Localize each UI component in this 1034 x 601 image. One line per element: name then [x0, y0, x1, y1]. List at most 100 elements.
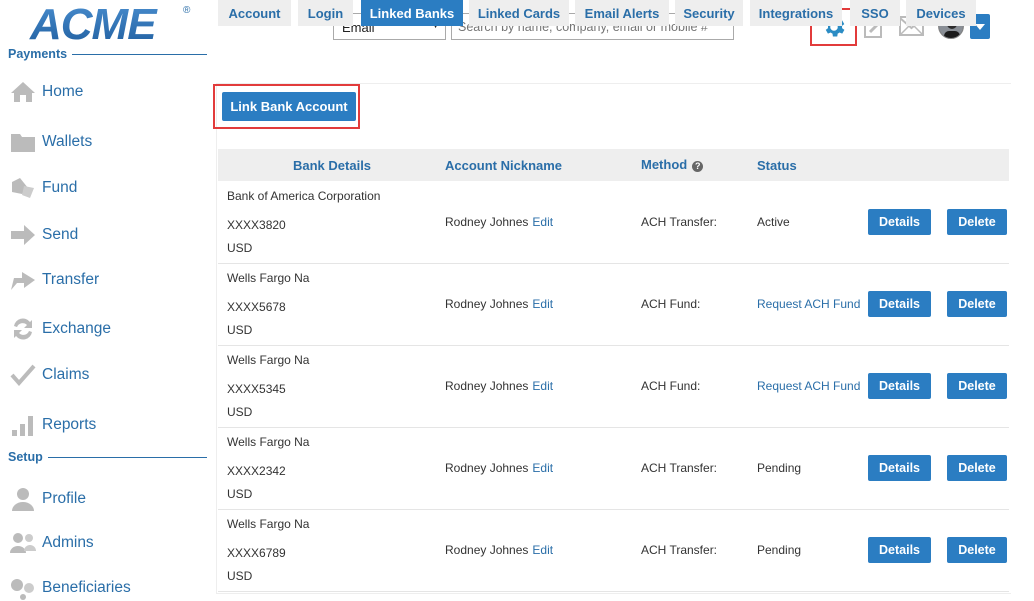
table-row: Wells Fargo Na XXXX5345 USD Rodney Johne… [218, 346, 1009, 428]
edit-link[interactable]: Edit [532, 543, 553, 557]
checkmark-icon [8, 361, 38, 389]
sidebar-item-label: Admins [42, 534, 94, 551]
account-number: XXXX2342 [227, 464, 286, 478]
sidebar-item-admins[interactable]: Admins [8, 528, 198, 558]
details-button[interactable]: Details [868, 455, 931, 481]
sidebar-item-label: Profile [42, 490, 86, 507]
header-bank-details: Bank Details [293, 158, 372, 173]
details-button[interactable]: Details [868, 537, 931, 563]
account-nickname: Rodney Johnes Edit [445, 297, 554, 311]
users-icon [8, 529, 38, 557]
sidebar-item-send[interactable]: Send [8, 220, 198, 250]
account-nickname: Rodney Johnes Edit [445, 215, 554, 229]
sidebar-item-reports[interactable]: Reports [8, 410, 198, 440]
bank-name: Wells Fargo Na [227, 435, 310, 449]
header-method: Method? [641, 157, 704, 172]
method: ACH Fund: [641, 297, 701, 311]
tab-linked-banks[interactable]: Linked Banks [361, 0, 463, 26]
setup-section-title: Setup [8, 450, 207, 464]
status: Pending [757, 461, 802, 475]
sidebar-item-claims[interactable]: Claims [8, 360, 198, 390]
table-row: Wells Fargo Na XXXX2342 USD Rodney Johne… [218, 428, 1009, 510]
edit-link[interactable]: Edit [532, 215, 553, 229]
payments-section-title: Payments [8, 47, 207, 61]
arrow-right-icon [8, 221, 38, 249]
account-number: XXXX5678 [227, 300, 286, 314]
sidebar-item-label: Exchange [42, 320, 111, 337]
table-header: Bank Details Account Nickname Method? St… [218, 149, 1009, 181]
method: ACH Transfer: [641, 461, 718, 475]
bank-name: Wells Fargo Na [227, 271, 310, 285]
sidebar-item-transfer[interactable]: Transfer [8, 265, 198, 295]
details-button[interactable]: Details [868, 291, 931, 317]
delete-button[interactable]: Delete [947, 291, 1007, 317]
registered-mark: ® [183, 5, 191, 16]
delete-button[interactable]: Delete [947, 537, 1007, 563]
sidebar-item-label: Transfer [42, 271, 100, 288]
header-account-nickname: Account Nickname [445, 158, 563, 173]
currency: USD [227, 323, 253, 337]
edit-link[interactable]: Edit [532, 297, 553, 311]
table-row: Wells Fargo Na XXXX5678 USD Rodney Johne… [218, 264, 1009, 346]
tab-login[interactable]: Login [298, 0, 353, 26]
account-nickname: Rodney Johnes Edit [445, 379, 554, 393]
bank-name: Bank of America Corporation [227, 189, 381, 203]
request-ach-fund-link[interactable]: Request ACH Fund [757, 297, 860, 311]
currency: USD [227, 405, 253, 419]
delete-button[interactable]: Delete [947, 373, 1007, 399]
account-nickname: Rodney Johnes Edit [445, 543, 554, 557]
currency: USD [227, 487, 253, 501]
sidebar-item-label: Home [42, 83, 84, 100]
table-row: Bank of America Corporation XXXX3820 USD… [218, 182, 1009, 264]
method: ACH Transfer: [641, 215, 718, 229]
account-nickname: Rodney Johnes Edit [445, 461, 554, 475]
user-icon [8, 485, 38, 513]
edit-link[interactable]: Edit [532, 461, 553, 475]
help-icon[interactable]: ? [692, 160, 704, 172]
tab-email-alerts[interactable]: Email Alerts [575, 0, 669, 26]
sidebar-item-home[interactable]: Home [8, 77, 198, 107]
details-button[interactable]: Details [868, 373, 931, 399]
delete-button[interactable]: Delete [947, 455, 1007, 481]
request-ach-fund-link[interactable]: Request ACH Fund [757, 379, 860, 393]
tab-sso[interactable]: SSO [850, 0, 900, 26]
currency: USD [227, 569, 253, 583]
sidebar-item-exchange[interactable]: Exchange [8, 314, 198, 344]
sidebar-item-label: Send [42, 226, 79, 243]
details-button[interactable]: Details [868, 209, 931, 235]
status: Pending [757, 543, 802, 557]
account-number: XXXX6789 [227, 546, 286, 560]
exchange-icon [8, 315, 38, 343]
tab-security[interactable]: Security [675, 0, 743, 26]
sidebar-item-label: Fund [42, 179, 78, 196]
sidebar-item-label: Wallets [42, 133, 93, 150]
folder-icon [8, 128, 38, 156]
account-number: XXXX3820 [227, 218, 286, 232]
sidebar-item-profile[interactable]: Profile [8, 484, 198, 514]
table-row: Wells Fargo Na XXXX6789 USD Rodney Johne… [218, 510, 1009, 592]
edit-link[interactable]: Edit [532, 379, 553, 393]
sidebar-item-beneficiaries[interactable]: Beneficiaries [8, 573, 198, 601]
method: ACH Fund: [641, 379, 701, 393]
sidebar-item-label: Beneficiaries [42, 579, 131, 596]
tab-devices[interactable]: Devices [906, 0, 976, 26]
sidebar-item-label: Reports [42, 416, 97, 433]
sidebar-item-fund[interactable]: Fund [8, 173, 198, 203]
acme-logo[interactable]: ACME ® [28, 3, 193, 43]
tab-linked-cards[interactable]: Linked Cards [469, 0, 569, 26]
transfer-icon [8, 266, 38, 294]
bank-name: Wells Fargo Na [227, 517, 310, 531]
link-bank-account-button[interactable]: Link Bank Account [222, 92, 356, 121]
bank-name: Wells Fargo Na [227, 353, 310, 367]
tab-account[interactable]: Account [218, 0, 291, 26]
sidebar-item-label: Claims [42, 366, 90, 383]
status: Active [757, 215, 790, 229]
tab-integrations[interactable]: Integrations [750, 0, 842, 26]
fund-icon [8, 174, 38, 202]
caret-down-icon [975, 23, 985, 30]
delete-button[interactable]: Delete [947, 209, 1007, 235]
logo-text: ACME [29, 3, 158, 43]
bar-chart-icon [8, 411, 38, 439]
sidebar-item-wallets[interactable]: Wallets [8, 127, 198, 157]
account-number: XXXX5345 [227, 382, 286, 396]
